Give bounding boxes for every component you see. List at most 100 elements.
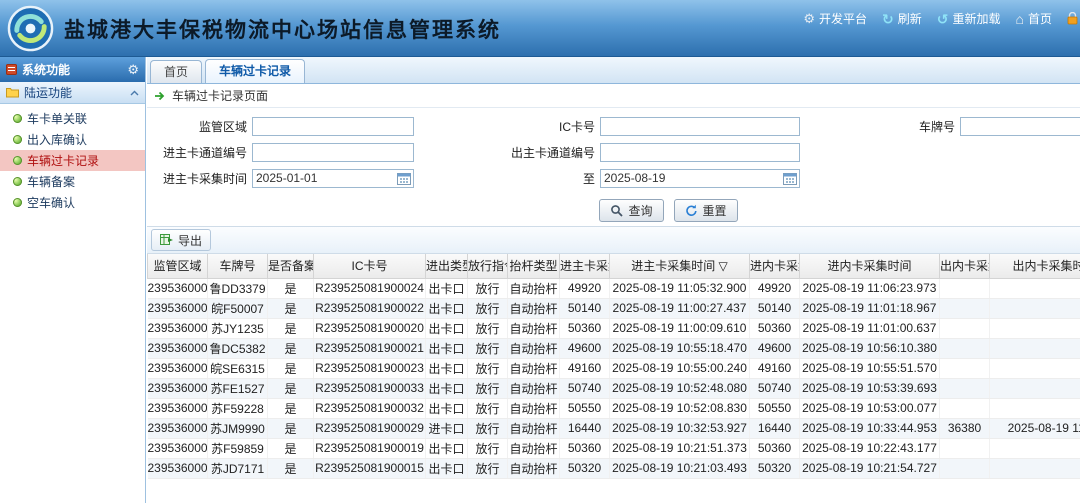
query-button[interactable]: 查询 <box>599 199 663 222</box>
calendar-icon[interactable] <box>783 172 797 185</box>
column-header[interactable]: 车牌号 <box>208 254 268 278</box>
sidebar-item-card-association[interactable]: 车卡单关联 <box>0 108 145 129</box>
ic-card-input[interactable] <box>600 117 800 136</box>
table-cell: 是 <box>268 358 314 378</box>
out-channel-input[interactable] <box>600 143 800 162</box>
bullet-icon <box>13 177 22 186</box>
table-cell: 2025-08-19 11:00:09.610 <box>610 318 750 338</box>
column-header[interactable]: 进主卡采集时间 ▽ <box>610 254 750 278</box>
calendar-icon[interactable] <box>397 172 411 185</box>
table-cell: 出卡口 <box>426 458 468 478</box>
reset-button[interactable]: 重置 <box>674 199 738 222</box>
table-body: 2395360001鲁DD3379是R239525081900024出卡口放行自… <box>148 278 1080 478</box>
table-cell: 放行 <box>468 358 508 378</box>
nav-home[interactable]: ⌂ 首页 <box>1016 10 1052 27</box>
table-cell: 50360 <box>750 438 800 458</box>
table-cell: 放行 <box>468 278 508 298</box>
table-cell: 自动抬杆 <box>508 438 560 458</box>
table-cell: R239525081900033 <box>314 378 426 398</box>
table-cell: 进卡口 <box>426 418 468 438</box>
export-button[interactable]: 导出 <box>151 229 211 251</box>
table-row[interactable]: 2395360001苏F59859是R239525081900019出卡口放行自… <box>148 438 1080 458</box>
table-cell <box>940 338 990 358</box>
table-cell: 自动抬杆 <box>508 398 560 418</box>
column-header[interactable]: 出内卡采集时间 <box>990 254 1080 278</box>
table-cell: 自动抬杆 <box>508 418 560 438</box>
sidebar-group-land-transport[interactable]: 陆运功能 <box>0 82 145 104</box>
page-title: 盐城港大丰保税物流中心场站信息管理系统 <box>64 14 501 44</box>
sidebar-item-label: 车卡单关联 <box>27 110 87 127</box>
table-cell: 自动抬杆 <box>508 318 560 338</box>
in-channel-input[interactable] <box>252 143 414 162</box>
table-row[interactable]: 2395360001苏JD7171是R239525081900015出卡口放行自… <box>148 458 1080 478</box>
time-from-input[interactable] <box>252 169 414 188</box>
table-row[interactable]: 2395360001苏FE1527是R239525081900033出卡口放行自… <box>148 378 1080 398</box>
time-to-input[interactable] <box>600 169 800 188</box>
region-input[interactable] <box>252 117 414 136</box>
table-cell: 是 <box>268 338 314 358</box>
table-cell <box>990 438 1080 458</box>
table-cell: 50320 <box>560 458 610 478</box>
table-row[interactable]: 2395360001苏JM9990是R239525081900029进卡口放行自… <box>148 418 1080 438</box>
column-header[interactable]: 出内卡采集重 <box>940 254 990 278</box>
table-cell: 出卡口 <box>426 378 468 398</box>
nav-dev-platform[interactable]: ⚙ 开发平台 <box>803 10 867 27</box>
bullet-icon <box>13 198 22 207</box>
sidebar: 系统功能 ⚙ 陆运功能 车卡单关联 出入库确认 <box>0 57 146 503</box>
nav-reload[interactable]: ↺ 重新加载 <box>937 10 1001 27</box>
table-cell: 2025-08-19 10:22:43.177 <box>800 438 940 458</box>
table-cell: 皖SE6315 <box>208 358 268 378</box>
tab-vehicle-pass-records[interactable]: 车辆过卡记录 <box>205 59 305 83</box>
table-cell: 2395360001 <box>148 418 208 438</box>
tab-home[interactable]: 首页 <box>150 60 202 83</box>
plate-input[interactable] <box>960 117 1080 136</box>
plate-label: 车牌号 <box>800 118 960 135</box>
table-cell: 2025-08-19 11:02 <box>990 418 1080 438</box>
column-header[interactable]: 进内卡采集重 <box>750 254 800 278</box>
column-header[interactable]: 监管区域 <box>148 254 208 278</box>
column-header[interactable]: IC卡号 <box>314 254 426 278</box>
table-cell: 50360 <box>560 318 610 338</box>
column-header[interactable]: 是否备案 <box>268 254 314 278</box>
table-cell: 放行 <box>468 298 508 318</box>
table-row[interactable]: 2395360001皖SE6315是R239525081900023出卡口放行自… <box>148 358 1080 378</box>
table-cell: 2025-08-19 10:53:00.077 <box>800 398 940 418</box>
sidebar-item-inout-confirm[interactable]: 出入库确认 <box>0 129 145 150</box>
table-cell: 2025-08-19 10:21:51.373 <box>610 438 750 458</box>
export-button-label: 导出 <box>178 232 202 249</box>
table-row[interactable]: 2395360001鲁DD3379是R239525081900024出卡口放行自… <box>148 278 1080 298</box>
gear-icon[interactable]: ⚙ <box>127 63 139 76</box>
table-cell: 苏JM9990 <box>208 418 268 438</box>
table-row[interactable]: 2395360001苏F59228是R239525081900032出卡口放行自… <box>148 398 1080 418</box>
table-scroll-area[interactable]: 监管区域车牌号是否备案IC卡号进出类型放行指令抬杆类型进主卡采集重进主卡采集时间… <box>147 254 1080 479</box>
sidebar-item-vehicle-pass-records[interactable]: 车辆过卡记录 <box>0 150 145 171</box>
table-cell: R239525081900029 <box>314 418 426 438</box>
table-row[interactable]: 2395360001苏JY1235是R239525081900020出卡口放行自… <box>148 318 1080 338</box>
table-cell: 放行 <box>468 438 508 458</box>
sidebar-item-vehicle-filing[interactable]: 车辆备案 <box>0 171 145 192</box>
table-cell: R239525081900021 <box>314 338 426 358</box>
table-cell: 50140 <box>560 298 610 318</box>
table-cell: R239525081900024 <box>314 278 426 298</box>
table-cell <box>940 298 990 318</box>
column-header[interactable]: 抬杆类型 <box>508 254 560 278</box>
table-cell: 放行 <box>468 418 508 438</box>
column-header[interactable]: 进出类型 <box>426 254 468 278</box>
page-header: 车辆过卡记录页面 <box>147 84 1080 108</box>
column-header[interactable]: 进内卡采集时间 <box>800 254 940 278</box>
nav-dev-platform-label: 开发平台 <box>819 10 867 27</box>
column-header[interactable]: 放行指令 <box>468 254 508 278</box>
table-cell: 2395360001 <box>148 438 208 458</box>
app-header: 盐城港大丰保税物流中心场站信息管理系统 ⚙ 开发平台 ↻ 刷新 ↺ 重新加载 ⌂… <box>0 0 1080 57</box>
table-cell: 49600 <box>560 338 610 358</box>
sidebar-item-empty-vehicle-confirm[interactable]: 空车确认 <box>0 192 145 213</box>
time-from-label: 进主卡采集时间 <box>147 170 252 187</box>
table-cell <box>940 378 990 398</box>
table-cell <box>940 458 990 478</box>
table-row[interactable]: 2395360001鲁DC5382是R239525081900021出卡口放行自… <box>148 338 1080 358</box>
nav-refresh[interactable]: ↻ 刷新 <box>882 10 922 27</box>
menu-icon <box>6 64 17 75</box>
nav-logout[interactable] <box>1067 12 1078 25</box>
column-header[interactable]: 进主卡采集重 <box>560 254 610 278</box>
table-row[interactable]: 2395360001皖F50007是R239525081900022出卡口放行自… <box>148 298 1080 318</box>
